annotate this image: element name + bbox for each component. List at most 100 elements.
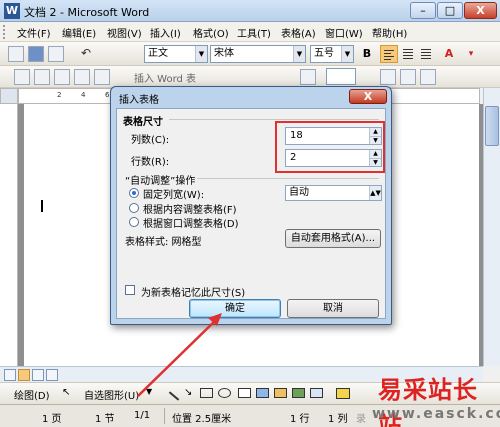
vertical-ruler[interactable] bbox=[0, 104, 18, 366]
table-size-heading: 表格尺寸 bbox=[123, 117, 163, 128]
border-style-icon[interactable] bbox=[54, 69, 70, 85]
textbox-tool-icon[interactable] bbox=[238, 388, 251, 398]
ruler-tick: 4 bbox=[81, 91, 86, 99]
dialog-close-button[interactable]: X bbox=[349, 89, 387, 104]
clipart-icon[interactable] bbox=[292, 388, 305, 398]
picture-icon[interactable] bbox=[310, 388, 323, 398]
fill-color-icon[interactable] bbox=[336, 388, 350, 399]
close-button[interactable]: X bbox=[464, 2, 497, 19]
window-title: 文档 2 - Microsoft Word bbox=[24, 6, 150, 19]
menu-insert[interactable]: 插入(I) bbox=[150, 25, 181, 40]
line-tool-icon[interactable] bbox=[168, 391, 180, 401]
chevron-down-icon: ▼ bbox=[341, 46, 353, 62]
secondary-toolbar: 插入 Word 表 bbox=[0, 66, 500, 88]
chevron-down-icon: ▲▼ bbox=[369, 186, 381, 200]
chevron-down-icon: ▼ bbox=[195, 46, 207, 62]
ruler-corner[interactable] bbox=[0, 88, 18, 104]
autofit-heading: “自动调整”操作 bbox=[125, 176, 196, 187]
rectangle-tool-icon[interactable] bbox=[200, 388, 213, 398]
oval-tool-icon[interactable] bbox=[218, 388, 231, 398]
style-dropdown[interactable]: 正文 ▼ bbox=[144, 45, 208, 63]
font-size-value: 五号 bbox=[314, 48, 334, 59]
menu-file[interactable]: 文件(F) bbox=[17, 25, 51, 40]
menu-view[interactable]: 视图(V) bbox=[107, 25, 142, 40]
autofit-window-radio[interactable] bbox=[129, 217, 139, 227]
bold-button[interactable]: B bbox=[358, 45, 376, 63]
status-column: 1 列 bbox=[328, 414, 348, 425]
pointer-icon[interactable]: ↖ bbox=[62, 387, 70, 398]
fixed-width-value: 自动 bbox=[289, 187, 309, 198]
font-value: 宋体 bbox=[214, 48, 234, 59]
fixed-width-dropdown[interactable]: 自动 ▲▼ bbox=[285, 185, 382, 201]
ok-button[interactable]: 确定 bbox=[189, 299, 281, 318]
menu-tools[interactable]: 工具(T) bbox=[237, 25, 271, 40]
line-weight-icon[interactable] bbox=[74, 69, 90, 85]
align-center-icon[interactable] bbox=[400, 45, 418, 63]
font-size-dropdown[interactable]: 五号 ▼ bbox=[310, 45, 354, 63]
status-separator bbox=[164, 408, 165, 424]
status-section: 1 节 bbox=[95, 414, 115, 425]
fixed-width-radio[interactable] bbox=[129, 188, 139, 198]
insert-table-dialog: 插入表格 X 表格尺寸 列数(C): 18 ▲ ▼ 行数(R): 2 ▲ ▼ “… bbox=[110, 86, 392, 325]
sort-ascending-icon[interactable] bbox=[380, 69, 396, 85]
sort-descending-icon[interactable] bbox=[400, 69, 416, 85]
print-view-icon[interactable] bbox=[32, 369, 44, 381]
save-icon[interactable] bbox=[28, 46, 44, 62]
menu-window[interactable]: 窗口(W) bbox=[325, 25, 363, 40]
text-cursor bbox=[41, 200, 43, 212]
autoshapes-dropdown-icon[interactable]: ▼ bbox=[146, 387, 152, 396]
autosum-icon[interactable] bbox=[420, 69, 436, 85]
scrollbar-thumb[interactable] bbox=[485, 106, 499, 146]
arrow-tool-icon[interactable]: ↘ bbox=[184, 387, 192, 398]
maximize-button[interactable]: □ bbox=[437, 2, 463, 19]
align-left-button[interactable] bbox=[380, 45, 398, 63]
font-color-dropdown-icon[interactable]: ▾ bbox=[462, 45, 480, 63]
fixed-width-label: 固定列宽(W): bbox=[143, 190, 205, 201]
dialog-body: 表格尺寸 列数(C): 18 ▲ ▼ 行数(R): 2 ▲ ▼ “自动调整”操作… bbox=[116, 108, 386, 319]
title-bar: W 文档 2 - Microsoft Word – □ X bbox=[0, 0, 500, 22]
watermark-url: www.easck.com bbox=[372, 406, 500, 422]
web-view-icon[interactable] bbox=[18, 369, 30, 381]
columns-label: 列数(C): bbox=[131, 135, 170, 146]
rows-label: 行数(R): bbox=[131, 157, 170, 168]
split-cells-icon[interactable] bbox=[300, 69, 316, 85]
align-justify-icon[interactable] bbox=[418, 45, 436, 63]
undo-icon[interactable]: ↶ bbox=[78, 46, 94, 62]
outline-view-icon[interactable] bbox=[46, 369, 58, 381]
menu-help[interactable]: 帮助(H) bbox=[372, 25, 407, 40]
menu-table[interactable]: 表格(A) bbox=[281, 25, 316, 40]
highlight-box bbox=[275, 121, 385, 173]
print-preview-icon[interactable] bbox=[48, 46, 64, 62]
alignment-dropdown[interactable] bbox=[326, 68, 356, 85]
group-divider bbox=[169, 119, 379, 120]
table-tool-icon[interactable] bbox=[14, 69, 30, 85]
chevron-down-icon: ▼ bbox=[293, 46, 305, 62]
border-color-icon[interactable] bbox=[94, 69, 110, 85]
ruler-tick: 6 bbox=[105, 91, 110, 99]
normal-view-icon[interactable] bbox=[4, 369, 16, 381]
diagram-tool-icon[interactable] bbox=[274, 388, 287, 398]
autofit-content-label: 根据内容调整表格(F) bbox=[143, 205, 237, 216]
ruler-tick: 2 bbox=[57, 91, 62, 99]
vertical-scrollbar[interactable] bbox=[483, 88, 500, 366]
status-record: 录 bbox=[356, 414, 366, 425]
draw-menu-button[interactable]: 绘图(D) bbox=[14, 387, 50, 402]
menu-edit[interactable]: 编辑(E) bbox=[62, 25, 96, 40]
autoformat-button[interactable]: 自动套用格式(A)... bbox=[285, 229, 381, 248]
font-dropdown[interactable]: 宋体 ▼ bbox=[210, 45, 306, 63]
minimize-button[interactable]: – bbox=[410, 2, 436, 19]
autoshapes-button[interactable]: 自选图形(U) bbox=[84, 387, 139, 402]
autofit-window-label: 根据窗口调整表格(D) bbox=[143, 219, 239, 230]
menu-format[interactable]: 格式(O) bbox=[193, 25, 229, 40]
cancel-button[interactable]: 取消 bbox=[287, 299, 379, 318]
font-color-button[interactable]: A bbox=[440, 45, 458, 63]
autofit-content-radio[interactable] bbox=[129, 203, 139, 213]
status-position: 位置 2.5厘米 bbox=[172, 414, 232, 425]
toolbar-grip-icon[interactable] bbox=[3, 25, 7, 39]
wordart-tool-icon[interactable] bbox=[256, 388, 269, 398]
insert-word-table-label[interactable]: 插入 Word 表 bbox=[134, 70, 196, 85]
eraser-icon[interactable] bbox=[34, 69, 50, 85]
new-document-icon[interactable] bbox=[8, 46, 24, 62]
status-page-of: 1/1 bbox=[134, 410, 151, 421]
remember-size-checkbox[interactable] bbox=[125, 285, 135, 295]
